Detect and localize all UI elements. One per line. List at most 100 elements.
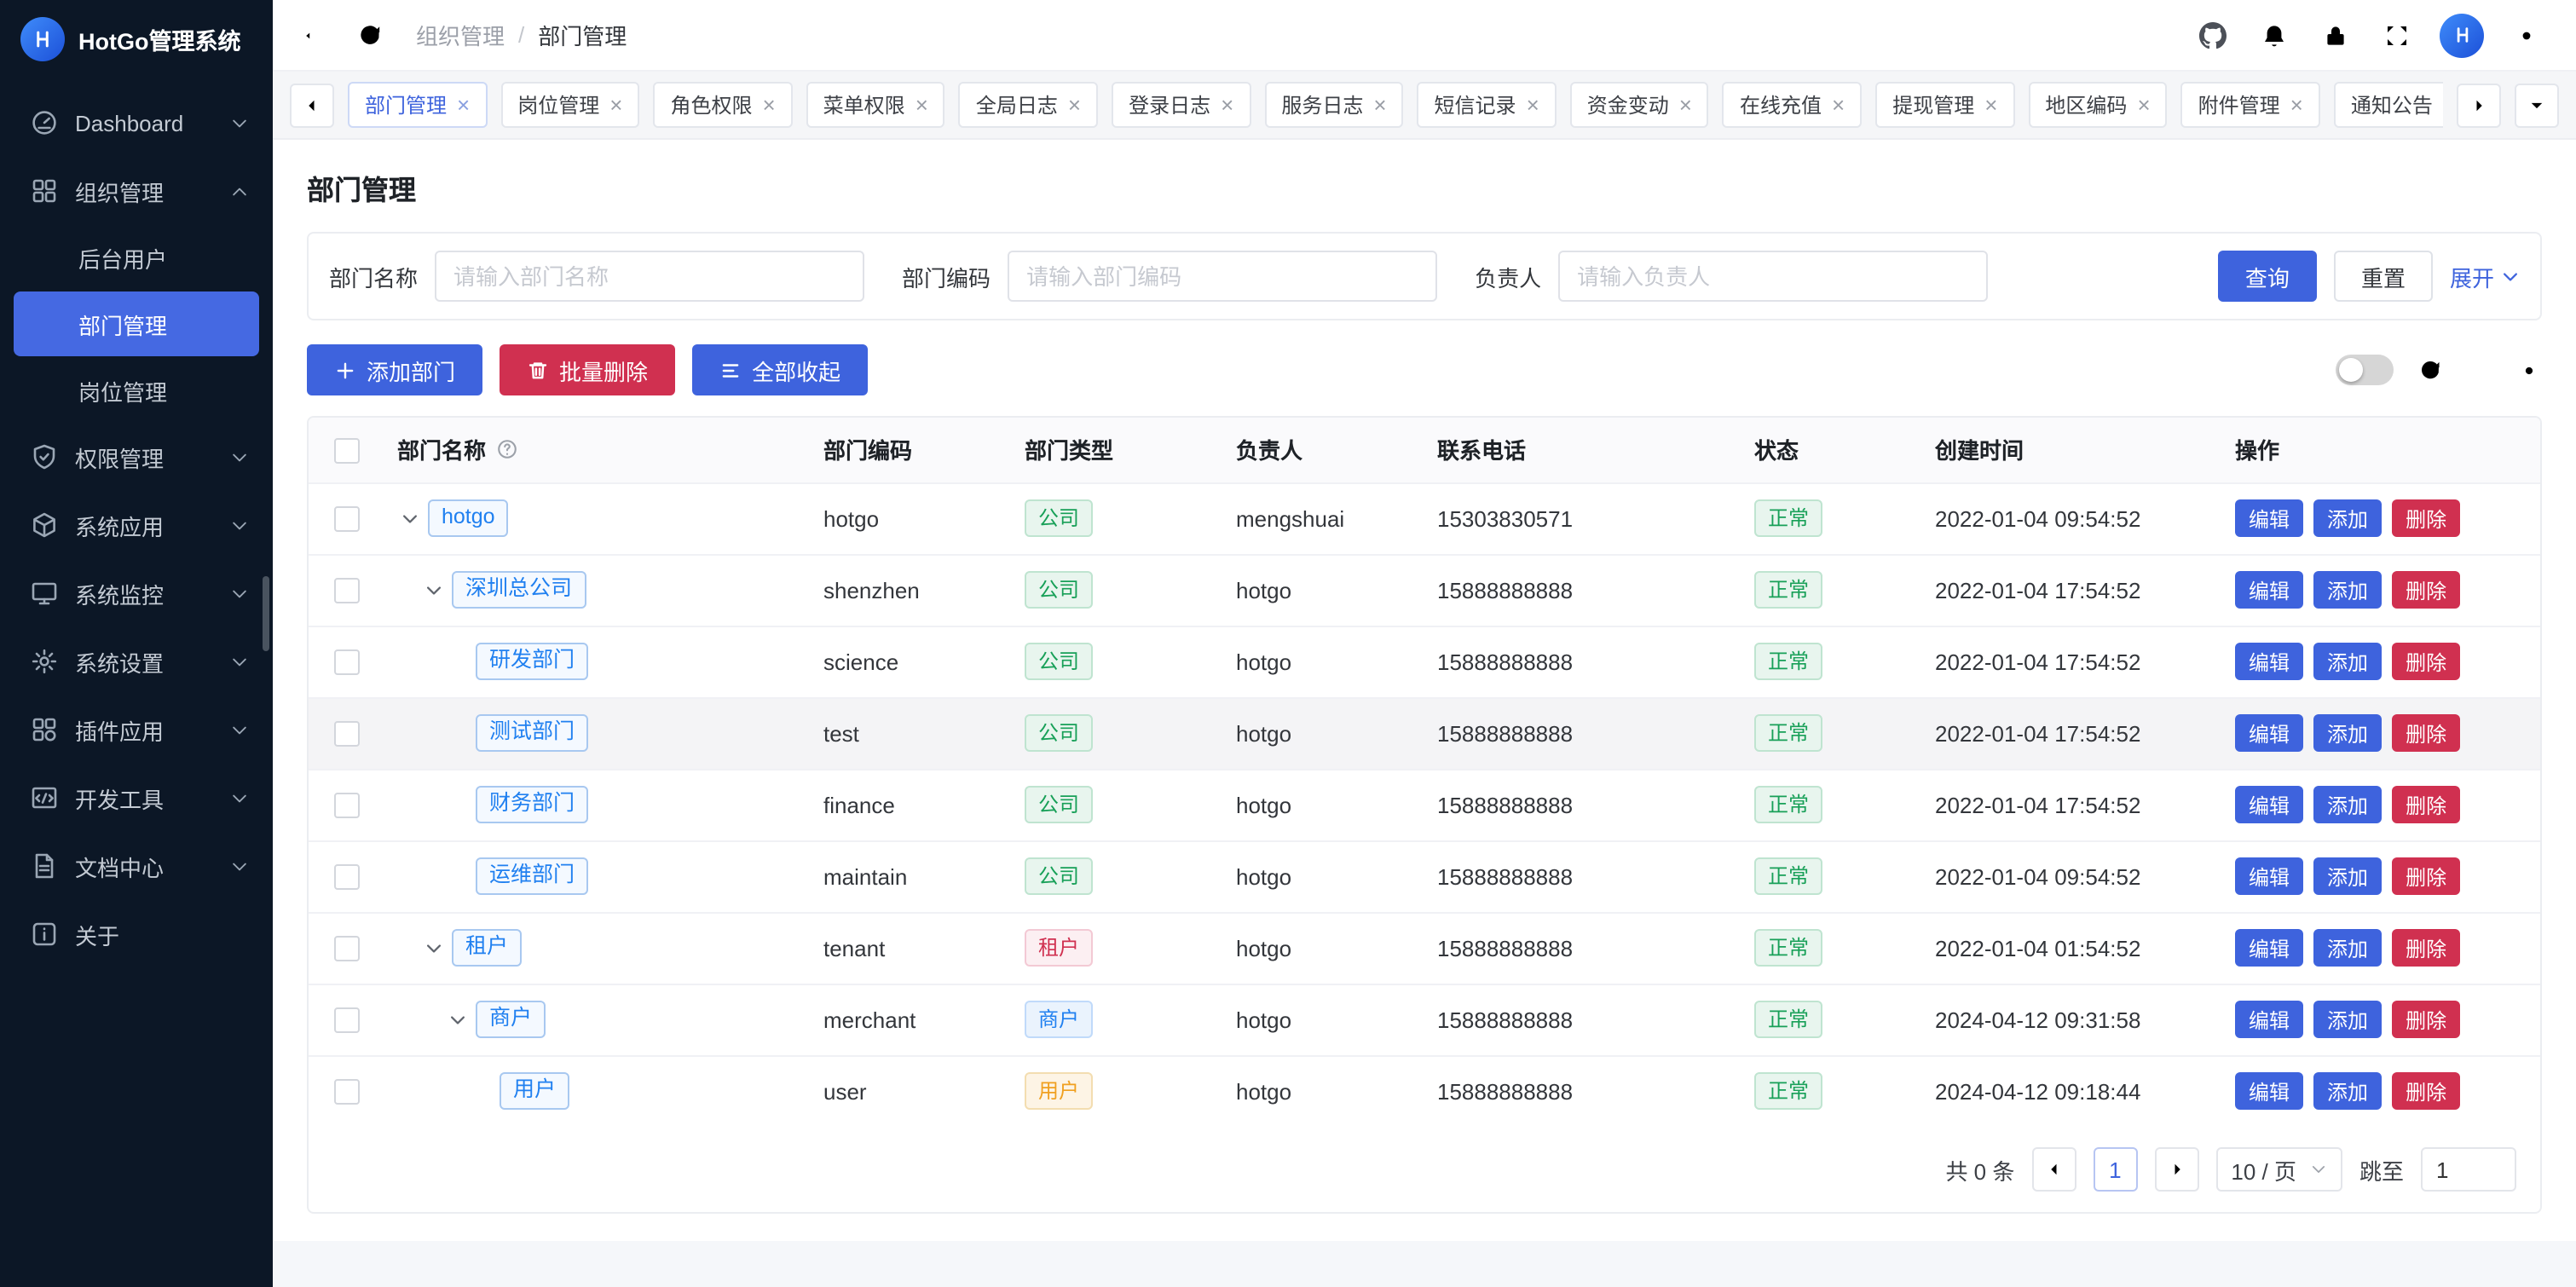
sidebar-subitem-1-1[interactable]: 部门管理 bbox=[14, 291, 259, 356]
chevron-down-icon[interactable] bbox=[421, 580, 445, 599]
edit-button[interactable]: 编辑 bbox=[2235, 571, 2303, 609]
reload-table-icon[interactable] bbox=[2417, 357, 2443, 383]
toggle-switch[interactable] bbox=[2336, 355, 2394, 385]
tab-5[interactable]: 登录日志× bbox=[1112, 82, 1250, 128]
sidebar-subitem-1-0[interactable]: 后台用户 bbox=[0, 225, 273, 290]
row-height-icon[interactable] bbox=[2467, 357, 2492, 383]
edit-button[interactable]: 编辑 bbox=[2235, 1073, 2303, 1111]
column-settings-icon[interactable] bbox=[2516, 357, 2542, 383]
tab-7[interactable]: 短信记录× bbox=[1418, 82, 1557, 128]
tab-close-icon[interactable]: × bbox=[1832, 94, 1845, 116]
delete-button[interactable]: 删除 bbox=[2392, 786, 2460, 823]
menu-fold-icon[interactable] bbox=[290, 9, 341, 61]
edit-button[interactable]: 编辑 bbox=[2235, 929, 2303, 967]
tab-0[interactable]: 部门管理× bbox=[348, 82, 487, 128]
edit-button[interactable]: 编辑 bbox=[2235, 499, 2303, 537]
edit-button[interactable]: 编辑 bbox=[2235, 857, 2303, 895]
row-checkbox[interactable] bbox=[333, 864, 359, 890]
query-button[interactable]: 查询 bbox=[2218, 251, 2317, 302]
dept-code-input[interactable] bbox=[1008, 251, 1437, 302]
add-button[interactable]: 添加 bbox=[2313, 857, 2382, 895]
tab-close-icon[interactable]: × bbox=[2137, 94, 2150, 116]
add-button[interactable]: 添加 bbox=[2313, 571, 2382, 609]
tab-close-icon[interactable]: × bbox=[457, 94, 470, 116]
add-button[interactable]: 添加 bbox=[2313, 1073, 2382, 1111]
add-button[interactable]: 添加 bbox=[2313, 786, 2382, 823]
leader-input[interactable] bbox=[1558, 251, 1988, 302]
tab-close-icon[interactable]: × bbox=[1068, 94, 1081, 116]
tab-close-icon[interactable]: × bbox=[1221, 94, 1233, 116]
tab-9[interactable]: 在线充值× bbox=[1723, 82, 1862, 128]
tab-11[interactable]: 地区编码× bbox=[2028, 82, 2167, 128]
tab-2[interactable]: 角色权限× bbox=[653, 82, 792, 128]
tab-6[interactable]: 服务日志× bbox=[1264, 82, 1403, 128]
settings-gear-icon[interactable] bbox=[2501, 9, 2552, 61]
edit-button[interactable]: 编辑 bbox=[2235, 1001, 2303, 1038]
delete-button[interactable]: 删除 bbox=[2392, 857, 2460, 895]
add-button[interactable]: 添加 bbox=[2313, 714, 2382, 752]
help-circle-icon[interactable] bbox=[496, 439, 518, 461]
page-1-button[interactable]: 1 bbox=[2093, 1147, 2137, 1192]
breadcrumb-item[interactable]: 组织管理 bbox=[416, 19, 505, 51]
prev-page-icon[interactable] bbox=[2031, 1147, 2076, 1192]
tab-3[interactable]: 菜单权限× bbox=[806, 82, 945, 128]
sidebar-item-0[interactable]: Dashboard bbox=[0, 89, 273, 157]
dept-name-input[interactable] bbox=[435, 251, 864, 302]
tab-close-icon[interactable]: × bbox=[915, 94, 928, 116]
tab-close-icon[interactable]: × bbox=[1679, 94, 1692, 116]
expand-form-toggle[interactable]: 展开 bbox=[2450, 260, 2520, 292]
delete-button[interactable]: 删除 bbox=[2392, 1001, 2460, 1038]
bell-icon[interactable] bbox=[2249, 9, 2300, 61]
row-checkbox[interactable] bbox=[333, 506, 359, 532]
tab-13[interactable]: 通知公告× bbox=[2334, 82, 2443, 128]
row-checkbox[interactable] bbox=[333, 649, 359, 675]
add-button[interactable]: 添加 bbox=[2313, 1001, 2382, 1038]
next-page-icon[interactable] bbox=[2154, 1147, 2198, 1192]
chevron-down-icon[interactable] bbox=[421, 938, 445, 957]
avatar[interactable] bbox=[2440, 13, 2484, 57]
tab-12[interactable]: 附件管理× bbox=[2181, 82, 2320, 128]
tabs-scroll-right-icon[interactable] bbox=[2457, 83, 2501, 127]
row-checkbox[interactable] bbox=[333, 1007, 359, 1033]
tab-1[interactable]: 岗位管理× bbox=[500, 82, 639, 128]
sidebar-item-3[interactable]: 系统应用 bbox=[0, 491, 273, 559]
fullscreen-icon[interactable] bbox=[2371, 9, 2423, 61]
sidebar-item-1[interactable]: 组织管理 bbox=[0, 157, 273, 225]
tab-close-icon[interactable]: × bbox=[1984, 94, 1997, 116]
chevron-down-icon[interactable] bbox=[445, 1010, 469, 1029]
chevron-down-icon[interactable] bbox=[397, 509, 421, 528]
edit-button[interactable]: 编辑 bbox=[2235, 786, 2303, 823]
edit-button[interactable]: 编辑 bbox=[2235, 714, 2303, 752]
github-icon[interactable] bbox=[2187, 9, 2238, 61]
delete-button[interactable]: 删除 bbox=[2392, 1073, 2460, 1111]
tab-8[interactable]: 资金变动× bbox=[1570, 82, 1709, 128]
collapse-all-button[interactable]: 全部收起 bbox=[692, 344, 868, 395]
refresh-icon[interactable] bbox=[344, 9, 396, 61]
delete-button[interactable]: 删除 bbox=[2392, 571, 2460, 609]
sidebar-item-7[interactable]: 开发工具 bbox=[0, 764, 273, 832]
jump-page-input[interactable] bbox=[2421, 1147, 2516, 1192]
reset-button[interactable]: 重置 bbox=[2334, 251, 2433, 302]
tabs-menu-icon[interactable] bbox=[2515, 83, 2559, 127]
tab-close-icon[interactable]: × bbox=[1373, 94, 1386, 116]
tab-close-icon[interactable]: × bbox=[1527, 94, 1539, 116]
lock-icon[interactable] bbox=[2310, 9, 2361, 61]
row-checkbox[interactable] bbox=[333, 721, 359, 747]
delete-button[interactable]: 删除 bbox=[2392, 499, 2460, 537]
sidebar-item-5[interactable]: 系统设置 bbox=[0, 627, 273, 695]
add-button[interactable]: 添加 bbox=[2313, 499, 2382, 537]
page-size-select[interactable]: 10 / 页 bbox=[2215, 1147, 2342, 1192]
sidebar-subitem-1-2[interactable]: 岗位管理 bbox=[0, 358, 273, 423]
sidebar-item-8[interactable]: 文档中心 bbox=[0, 832, 273, 900]
row-checkbox[interactable] bbox=[333, 1080, 359, 1105]
sidebar-scrollbar[interactable] bbox=[263, 576, 269, 651]
sidebar-item-9[interactable]: 关于 bbox=[0, 900, 273, 968]
select-all-checkbox[interactable] bbox=[333, 438, 359, 464]
sidebar-item-2[interactable]: 权限管理 bbox=[0, 423, 273, 491]
add-button[interactable]: 添加 bbox=[2313, 643, 2382, 680]
delete-button[interactable]: 删除 bbox=[2392, 714, 2460, 752]
row-checkbox[interactable] bbox=[333, 936, 359, 961]
sidebar-item-6[interactable]: 插件应用 bbox=[0, 695, 273, 764]
add-dept-button[interactable]: 添加部门 bbox=[307, 344, 482, 395]
row-checkbox[interactable] bbox=[333, 793, 359, 818]
